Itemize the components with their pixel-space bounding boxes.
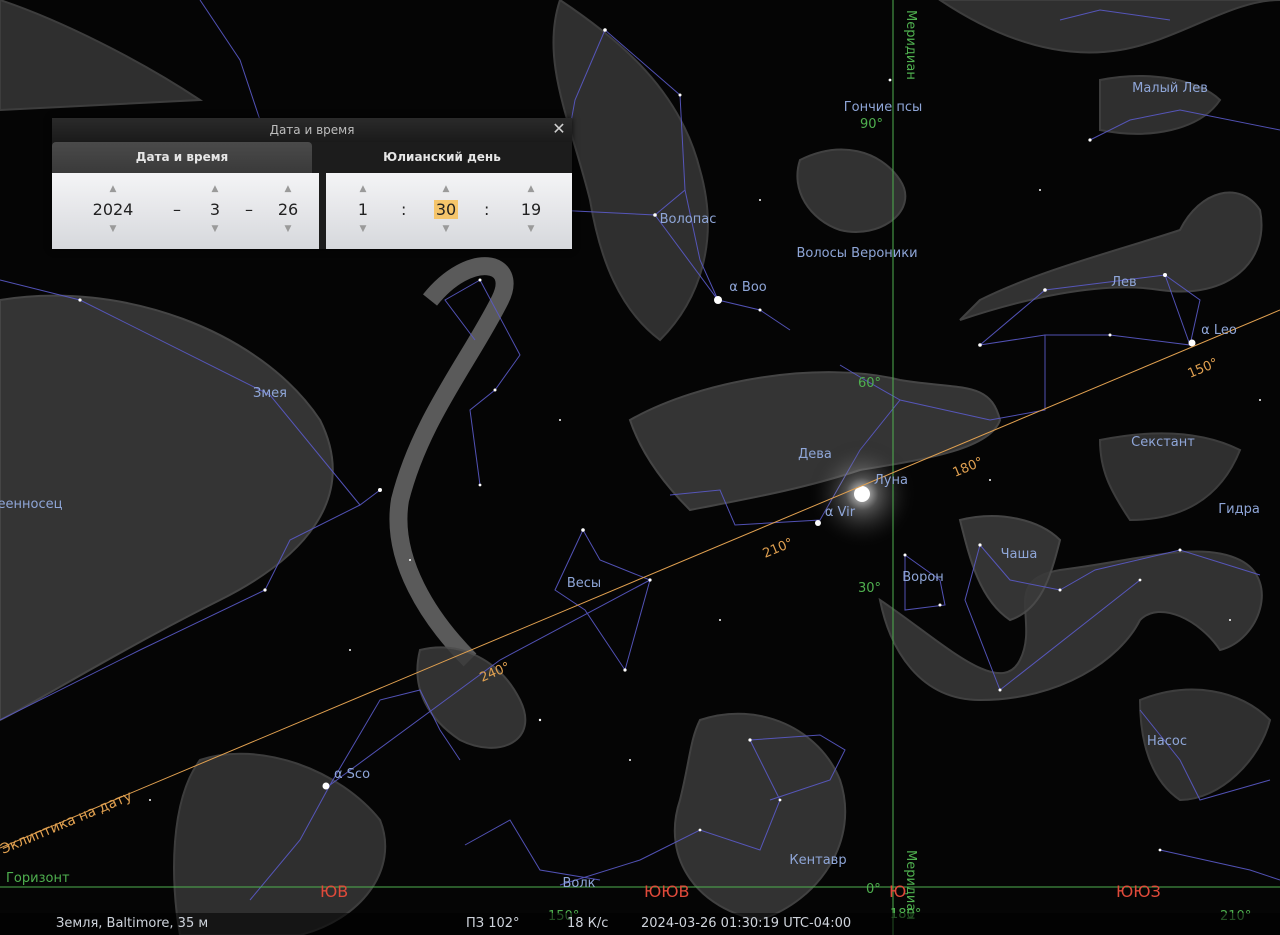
time-pane: ▲ 1 ▼ : ▲ 30 ▼ : ▲ 19 ▼ (326, 173, 572, 249)
month-spinbox[interactable]: ▲ 3 ▼ (190, 173, 240, 249)
constellation-label-crater[interactable]: Чаша (1001, 547, 1038, 562)
second-down-icon[interactable]: ▼ (506, 223, 556, 235)
minute-spinbox[interactable]: ▲ 30 ▼ (421, 173, 471, 249)
constellation-label-canes[interactable]: Гончие псы (844, 100, 923, 115)
status-location[interactable]: Земля, Baltimore, 35 м (56, 916, 208, 931)
date-separator: – (173, 200, 181, 219)
meridian-mark-0: 0° (866, 882, 881, 897)
tab-date-time[interactable]: Дата и время (52, 142, 312, 173)
horizon-label: Горизонт (6, 871, 70, 886)
meridian-label: Меридиан (903, 10, 918, 80)
star-label-boo[interactable]: α Boo (729, 280, 767, 295)
constellation-label-libra[interactable]: Весы (567, 576, 601, 591)
minute-up-icon[interactable]: ▲ (421, 183, 471, 195)
constellation-label-centaurus[interactable]: Кентавр (789, 853, 846, 868)
day-down-icon[interactable]: ▼ (263, 223, 313, 235)
day-spinbox[interactable]: ▲ 26 ▼ (263, 173, 313, 249)
meridian-mark-30: 30° (858, 581, 881, 596)
hour-spinbox[interactable]: ▲ 1 ▼ (338, 173, 388, 249)
moon-label[interactable]: Луна (874, 473, 908, 488)
status-datetime[interactable]: 2024-03-26 01:30:19 UTC-04:00 (641, 916, 851, 931)
meridian-mark-90: 90° (860, 117, 883, 132)
dialog-title: Дата и время (52, 118, 572, 142)
constellation-label-hydra[interactable]: Гидра (1218, 502, 1260, 517)
constellation-label-serpens[interactable]: Змея (253, 386, 287, 401)
cardinal-ssw: ЮЮЗ (1116, 882, 1161, 901)
constellation-label-sextans[interactable]: Секстант (1131, 435, 1195, 450)
meridian-mark-60: 60° (858, 376, 881, 391)
tab-julian-day[interactable]: Юлианский день (312, 142, 572, 173)
constellation-label-corvus[interactable]: Ворон (902, 570, 944, 585)
close-icon[interactable]: ✕ (550, 120, 568, 138)
star-label-sco[interactable]: α Sco (334, 767, 370, 782)
day-up-icon[interactable]: ▲ (263, 183, 313, 195)
constellation-label-leo[interactable]: Лев (1111, 275, 1136, 290)
second-spinbox[interactable]: ▲ 19 ▼ (506, 173, 556, 249)
constellation-label-virgo[interactable]: Дева (798, 447, 832, 462)
hour-down-icon[interactable]: ▼ (338, 223, 388, 235)
minute-value[interactable]: 30 (421, 199, 471, 221)
date-separator: – (245, 200, 253, 219)
second-value[interactable]: 19 (506, 199, 556, 221)
constellation-label-leo-minor[interactable]: Малый Лев (1132, 81, 1208, 96)
hour-up-icon[interactable]: ▲ (338, 183, 388, 195)
constellation-label-antlia[interactable]: Насос (1147, 734, 1187, 749)
time-separator: : (401, 200, 407, 219)
date-pane: ▲ 2024 ▼ – ▲ 3 ▼ – ▲ 26 ▼ (52, 173, 319, 249)
time-separator: : (484, 200, 490, 219)
constellation-label-bootes[interactable]: Волопас (660, 212, 717, 227)
cardinal-sse: ЮЮВ (644, 882, 690, 901)
year-spinbox[interactable]: ▲ 2024 ▼ (88, 173, 138, 249)
year-down-icon[interactable]: ▼ (88, 223, 138, 235)
day-value[interactable]: 26 (263, 199, 313, 221)
minute-down-icon[interactable]: ▼ (421, 223, 471, 235)
cardinal-se: ЮВ (320, 882, 348, 901)
star-label-vir[interactable]: α Vir (825, 505, 856, 520)
month-value[interactable]: 3 (190, 199, 240, 221)
status-fps: 18 К/с (567, 916, 609, 931)
constellation-label-lupus[interactable]: Волк (562, 876, 595, 891)
cardinal-s: Ю (889, 882, 906, 901)
year-value[interactable]: 2024 (88, 199, 138, 221)
month-down-icon[interactable]: ▼ (190, 223, 240, 235)
minute-value-text[interactable]: 30 (433, 200, 459, 219)
constellation-label-ophiuchus[interactable]: еенносец (0, 497, 63, 512)
star-label-leo[interactable]: α Leo (1201, 323, 1237, 338)
year-up-icon[interactable]: ▲ (88, 183, 138, 195)
date-time-dialog: Дата и время ✕ Дата и время Юлианский де… (52, 118, 572, 249)
month-up-icon[interactable]: ▲ (190, 183, 240, 195)
status-fov: ПЗ 102° (466, 916, 520, 931)
second-up-icon[interactable]: ▲ (506, 183, 556, 195)
status-bar: Земля, Baltimore, 35 м ПЗ 102° 18 К/с 20… (0, 913, 1280, 935)
hour-value[interactable]: 1 (338, 199, 388, 221)
constellation-label-coma[interactable]: Волосы Вероники (796, 246, 917, 261)
